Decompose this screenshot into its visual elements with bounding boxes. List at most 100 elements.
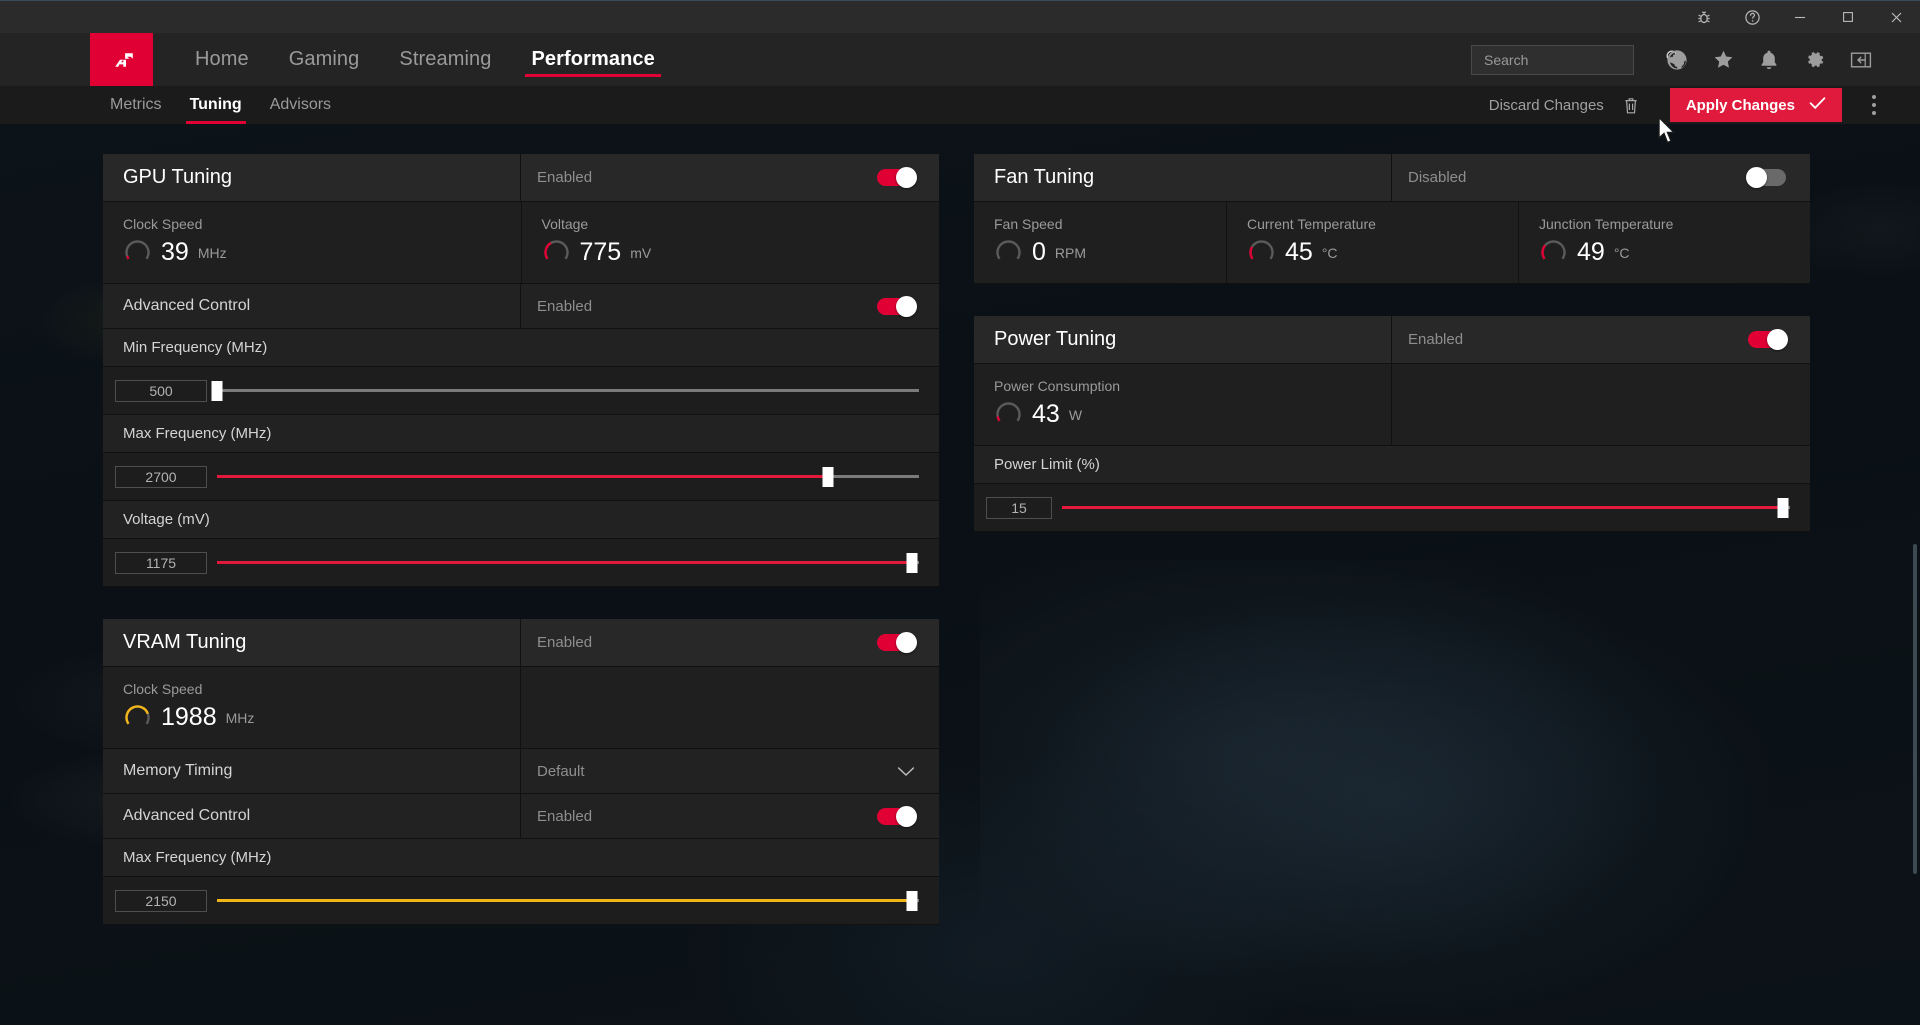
power-tuning-state-label: Enabled (1408, 331, 1464, 348)
sub-navigation-bar: Metrics Tuning Advisors Discard Changes … (0, 86, 1920, 124)
star-icon[interactable] (1700, 37, 1746, 83)
metric-fan-speed: Fan Speed 0 RPM (974, 202, 1227, 283)
gpu-voltage-value[interactable]: 1175 (115, 551, 207, 574)
panel-collapse-icon[interactable] (1838, 37, 1884, 83)
vram-advanced-control-toggle[interactable] (877, 805, 917, 827)
metric-unit: W (1068, 406, 1083, 423)
vram-max-freq-value[interactable]: 2150 (115, 889, 207, 912)
apply-changes-button[interactable]: Apply Changes (1669, 88, 1842, 122)
discard-changes-button[interactable]: Discard Changes (1489, 97, 1604, 114)
power-limit-value[interactable]: 15 (986, 496, 1052, 519)
gpu-voltage-slider[interactable] (217, 552, 919, 573)
vram-memory-timing-label: Memory Timing (123, 762, 233, 779)
metric-value: 0 (1032, 238, 1046, 266)
nav-tab-streaming[interactable]: Streaming (379, 33, 511, 86)
nav-tab-gaming[interactable]: Gaming (269, 33, 380, 86)
nav-tab-home[interactable]: Home (175, 33, 269, 86)
fan-tuning-title-cell: Fan Tuning (974, 154, 1392, 201)
fan-tuning-state-cell: Disabled (1392, 154, 1810, 201)
nav-tabs: Home Gaming Streaming Performance (175, 33, 675, 86)
vram-max-freq-slider[interactable] (217, 890, 919, 911)
vram-tuning-toggle[interactable] (877, 632, 917, 653)
vram-advanced-control-label: Advanced Control (123, 807, 251, 824)
minimize-icon[interactable] (1776, 1, 1824, 33)
gpu-advanced-control-state-cell: Enabled (521, 284, 939, 328)
metric-value: 1988 (161, 703, 217, 731)
gpu-max-freq-slider-row: 2700 (103, 453, 939, 501)
power-tuning-toggle[interactable] (1748, 329, 1788, 350)
metric-unit: RPM (1054, 244, 1087, 261)
metric-label: Clock Speed (123, 681, 203, 697)
trash-icon[interactable] (1618, 90, 1644, 120)
metric-label: Current Temperature (1247, 216, 1376, 232)
metric-unit: MHz (225, 709, 255, 726)
close-icon[interactable] (1872, 1, 1920, 33)
gpu-min-freq-value[interactable]: 500 (115, 379, 207, 402)
metric-vram-filler (521, 667, 939, 748)
vram-advanced-control-state-cell: Enabled (521, 794, 939, 838)
apply-changes-label: Apply Changes (1685, 96, 1795, 114)
fan-tuning-toggle[interactable] (1746, 167, 1786, 188)
gpu-advanced-control-toggle[interactable] (877, 295, 917, 317)
search-box[interactable] (1471, 44, 1680, 75)
vram-memory-timing-select[interactable]: Default (521, 749, 939, 793)
gpu-max-freq-label-row: Max Frequency (MHz) (103, 415, 939, 453)
metric-label: Clock Speed (123, 216, 203, 232)
metric-unit: °C (1321, 244, 1338, 261)
power-tuning-header: Power Tuning Enabled (974, 316, 1810, 364)
metric-label: Voltage (541, 216, 589, 232)
gauge-icon (123, 238, 152, 267)
vram-max-freq-slider-row: 2150 (103, 877, 939, 925)
bug-report-icon[interactable] (1680, 1, 1728, 33)
search-input[interactable] (1484, 51, 1665, 68)
sub-tabs: Metrics Tuning Advisors (96, 86, 345, 124)
metric-value: 45 (1285, 238, 1313, 266)
gpu-tuning-panel: GPU Tuning Enabled Clock Speed 39 MHz Vo… (103, 154, 939, 587)
vram-max-freq-label: Max Frequency (MHz) (123, 849, 272, 866)
metric-power-filler (1392, 364, 1810, 445)
gpu-tuning-title-cell: GPU Tuning (103, 154, 521, 201)
more-vertical-icon[interactable] (1856, 88, 1892, 122)
gpu-voltage-slider-row: 1175 (103, 539, 939, 587)
gear-icon[interactable] (1792, 37, 1838, 83)
sub-tab-advisors[interactable]: Advisors (256, 86, 345, 124)
metric-label: Power Consumption (994, 378, 1121, 394)
metric-current-temperature: Current Temperature 45 °C (1227, 202, 1519, 283)
chevron-down-icon[interactable] (897, 766, 915, 777)
metric-value: 43 (1032, 400, 1060, 428)
vram-max-freq-label-row: Max Frequency (MHz) (103, 839, 939, 877)
globe-icon[interactable] (1654, 37, 1700, 83)
gpu-max-freq-slider[interactable] (217, 466, 919, 487)
fan-tuning-header: Fan Tuning Disabled (974, 154, 1810, 202)
fan-tuning-panel: Fan Tuning Disabled Fan Speed 0 RPM Curr… (974, 154, 1810, 284)
power-tuning-metrics: Power Consumption 43 W (974, 364, 1810, 446)
vram-advanced-control-label-cell: Advanced Control (103, 794, 521, 838)
power-limit-slider[interactable] (1062, 497, 1790, 518)
fan-tuning-metrics: Fan Speed 0 RPM Current Temperature 45 °… (974, 202, 1810, 284)
vertical-scrollbar[interactable] (1913, 544, 1917, 874)
power-limit-slider-row: 15 (974, 484, 1810, 532)
gauge-icon (994, 400, 1023, 429)
vram-tuning-header: VRAM Tuning Enabled (103, 619, 939, 667)
amd-logo[interactable] (90, 33, 153, 86)
gpu-min-freq-slider[interactable] (211, 380, 919, 401)
metric-power-consumption: Power Consumption 43 W (974, 364, 1392, 445)
vram-tuning-title-cell: VRAM Tuning (103, 619, 521, 666)
gpu-max-freq-value[interactable]: 2700 (115, 465, 207, 488)
gpu-advanced-control-label: Advanced Control (123, 297, 251, 314)
sub-tab-tuning[interactable]: Tuning (176, 86, 256, 124)
maximize-icon[interactable] (1824, 1, 1872, 33)
fan-tuning-title: Fan Tuning (994, 166, 1095, 188)
gpu-max-freq-label: Max Frequency (MHz) (123, 425, 272, 442)
nav-tab-performance[interactable]: Performance (511, 33, 674, 86)
sub-tab-metrics[interactable]: Metrics (96, 86, 176, 124)
gpu-tuning-toggle[interactable] (877, 167, 917, 188)
gauge-icon (1247, 238, 1276, 267)
bell-icon[interactable] (1746, 37, 1792, 83)
help-icon[interactable] (1728, 1, 1776, 33)
gpu-tuning-state-label: Enabled (537, 169, 593, 186)
power-limit-label-row: Power Limit (%) (974, 446, 1810, 484)
power-limit-label: Power Limit (%) (994, 456, 1100, 473)
metric-value: 39 (161, 238, 189, 266)
vram-tuning-state-label: Enabled (537, 634, 593, 651)
